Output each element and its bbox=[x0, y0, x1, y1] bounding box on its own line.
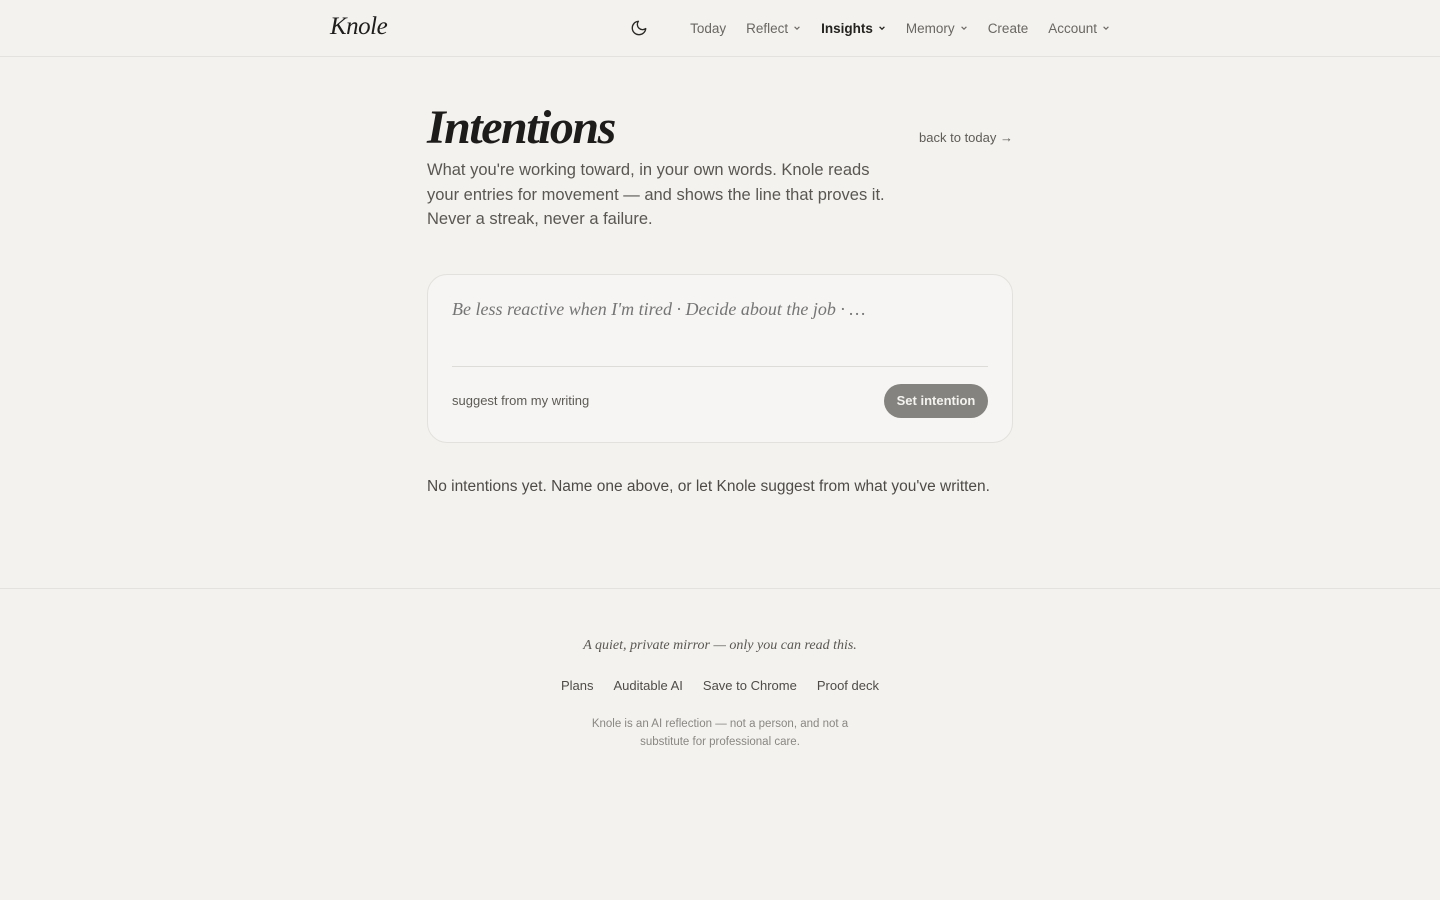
nav-account-label: Account bbox=[1048, 20, 1097, 36]
nav-memory[interactable]: Memory bbox=[906, 21, 968, 36]
footer-link-save-to-chrome[interactable]: Save to Chrome bbox=[703, 678, 797, 693]
set-intention-button[interactable]: Set intention bbox=[884, 383, 988, 418]
brand-logo[interactable]: Knole bbox=[330, 13, 388, 41]
moon-icon[interactable] bbox=[629, 18, 649, 38]
nav-create[interactable]: Create bbox=[988, 21, 1029, 36]
nav-create-label: Create bbox=[987, 20, 1029, 36]
nav-insights-label: Insights bbox=[821, 20, 873, 36]
chevron-down-icon bbox=[1103, 26, 1109, 30]
footer: A quiet, private mirror — only you can r… bbox=[0, 588, 1440, 900]
nav-insights[interactable]: Insights bbox=[821, 21, 886, 36]
nav-reflect[interactable]: Reflect bbox=[746, 21, 801, 36]
nav-memory-label: Memory bbox=[905, 20, 955, 36]
chevron-down-icon bbox=[960, 26, 967, 30]
footer-links: Plans Auditable AI Save to Chrome Proof … bbox=[0, 678, 1440, 693]
footer-link-proof-deck[interactable]: Proof deck bbox=[817, 678, 879, 693]
nav-reflect-label: Reflect bbox=[746, 20, 789, 36]
chevron-down-icon bbox=[794, 26, 800, 30]
intentions-page: Intentions back to today → What you're w… bbox=[427, 100, 1013, 496]
suggest-from-writing-link[interactable]: suggest from my writing bbox=[452, 393, 589, 408]
intention-input[interactable] bbox=[452, 296, 988, 367]
nav-today-label: Today bbox=[690, 20, 727, 36]
footer-link-plans[interactable]: Plans bbox=[561, 678, 594, 693]
back-to-today-link[interactable]: back to today → bbox=[919, 130, 1013, 145]
empty-state-message: No intentions yet. Name one above, or le… bbox=[427, 477, 990, 495]
chevron-down-icon bbox=[879, 26, 885, 31]
page-title: Intentions bbox=[427, 101, 616, 154]
nav-account[interactable]: Account bbox=[1048, 21, 1110, 36]
nav-today[interactable]: Today bbox=[690, 21, 726, 36]
intention-form: suggest from my writing Set intention bbox=[427, 273, 1013, 443]
footer-tagline: A quiet, private mirror — only you can r… bbox=[583, 638, 857, 653]
top-navigation-bar: Knole Today Reflect Insights Memory Crea… bbox=[0, 0, 1440, 57]
footer-link-auditable-ai[interactable]: Auditable AI bbox=[614, 678, 683, 693]
main-nav: Today Reflect Insights Memory Create Acc… bbox=[629, 0, 1110, 56]
page-description: What you're working toward, in your own … bbox=[427, 161, 885, 228]
footer-disclaimer: Knole is an AI reflection — not a person… bbox=[591, 718, 849, 748]
